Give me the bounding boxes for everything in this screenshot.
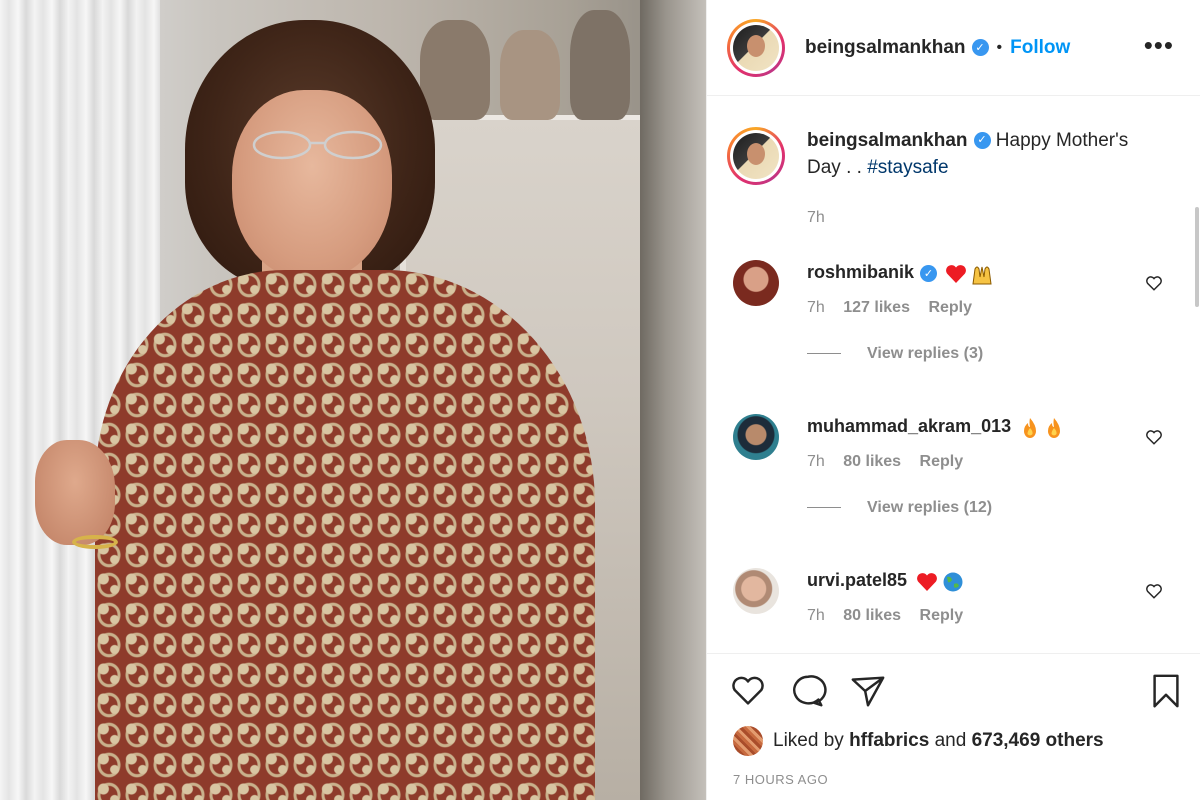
comment-username[interactable]: roshmibanik <box>807 262 914 282</box>
comment-time: 7h <box>807 298 825 316</box>
photo-doorframe <box>640 0 706 800</box>
save-bookmark-icon[interactable] <box>1147 672 1185 710</box>
header-username[interactable]: beingsalmankhan <box>805 37 966 59</box>
post-actions: Liked by hffabrics and 673,469 others 7 … <box>707 653 1200 800</box>
caption-username[interactable]: beingsalmankhan <box>807 130 968 151</box>
post-caption: beingsalmankhan ✓ Happy Mother's Day . . … <box>727 127 1167 185</box>
follow-button[interactable]: Follow <box>1010 37 1070 59</box>
comment-time: 7h <box>807 452 825 470</box>
likes-middle: and <box>934 730 967 751</box>
commenter-avatar[interactable] <box>733 414 779 460</box>
view-replies-label: View replies (12) <box>867 498 993 516</box>
fire-emoji-icon <box>1023 417 1036 438</box>
avatar-image <box>733 24 779 71</box>
post-timestamp: 7 HOURS AGO <box>733 772 829 787</box>
profile-avatar[interactable] <box>727 18 785 77</box>
photo-hand <box>35 440 115 545</box>
avatar-image <box>733 133 779 179</box>
liker-avatar[interactable] <box>733 726 763 756</box>
photo-shawl <box>95 270 595 800</box>
separator-dot: • <box>996 38 1003 56</box>
globe-emoji-icon <box>943 572 962 592</box>
photo-face <box>232 90 392 280</box>
photo-bangle <box>72 535 118 549</box>
reply-button[interactable]: Reply <box>920 607 964 624</box>
reply-button[interactable]: Reply <box>920 453 964 470</box>
comments-scrollbar[interactable] <box>1195 207 1199 307</box>
fire-emoji-icon <box>1047 417 1060 438</box>
caption-timestamp: 7h <box>807 209 825 226</box>
caption-avatar[interactable] <box>727 127 785 185</box>
verified-badge-icon: ✓ <box>971 39 989 56</box>
like-heart-icon[interactable] <box>729 672 767 710</box>
comment-username[interactable]: muhammad_akram_013 <box>807 416 1011 436</box>
liker-username[interactable]: hffabrics <box>849 730 929 752</box>
heart-emoji-icon <box>946 264 967 283</box>
likes-prefix: Liked by <box>773 730 844 751</box>
comments-section[interactable]: beingsalmankhan ✓ Happy Mother's Day . . … <box>707 97 1200 652</box>
commenter-avatar[interactable] <box>733 568 779 614</box>
photo-glasses <box>252 130 383 160</box>
post-header: beingsalmankhan ✓ • Follow ••• <box>707 0 1200 96</box>
likes-summary: Liked by hffabrics and 673,469 others <box>733 726 1104 756</box>
like-comment-heart-icon[interactable] <box>1145 428 1163 446</box>
caption-text: beingsalmankhan ✓ Happy Mother's Day . . … <box>807 127 1167 185</box>
commenter-avatar[interactable] <box>733 260 779 306</box>
like-comment-heart-icon[interactable] <box>1145 274 1163 292</box>
replies-divider <box>807 353 841 355</box>
comment-username[interactable]: urvi.patel85 <box>807 570 907 590</box>
view-replies-label: View replies (3) <box>867 344 984 362</box>
share-send-icon[interactable] <box>849 672 887 710</box>
view-replies-button[interactable]: View replies (12) <box>807 499 1137 517</box>
photo-vase <box>570 10 630 120</box>
comment-time: 7h <box>807 606 825 624</box>
photo-vase <box>500 30 560 120</box>
more-options-icon[interactable]: ••• <box>1144 30 1174 61</box>
verified-badge-icon: ✓ <box>920 265 938 283</box>
comment-bubble-icon[interactable] <box>789 672 827 710</box>
verified-badge-icon: ✓ <box>973 132 991 150</box>
replies-divider <box>807 507 841 509</box>
reply-button[interactable]: Reply <box>928 299 972 316</box>
raised-hands-emoji-icon <box>972 266 993 285</box>
view-replies-button[interactable]: View replies (3) <box>807 345 1137 363</box>
heart-emoji-icon <box>916 572 937 591</box>
comment-likes[interactable]: 127 likes <box>843 299 910 316</box>
comment-likes[interactable]: 80 likes <box>843 453 901 470</box>
post-side-panel: beingsalmankhan ✓ • Follow ••• beingsalm… <box>706 0 1200 800</box>
photo-vase <box>420 20 490 120</box>
comment-likes[interactable]: 80 likes <box>843 607 901 624</box>
like-comment-heart-icon[interactable] <box>1145 582 1163 600</box>
post-photo[interactable] <box>0 0 706 800</box>
caption-hashtag[interactable]: #staysafe <box>867 157 948 178</box>
likes-count[interactable]: 673,469 others <box>972 730 1104 752</box>
